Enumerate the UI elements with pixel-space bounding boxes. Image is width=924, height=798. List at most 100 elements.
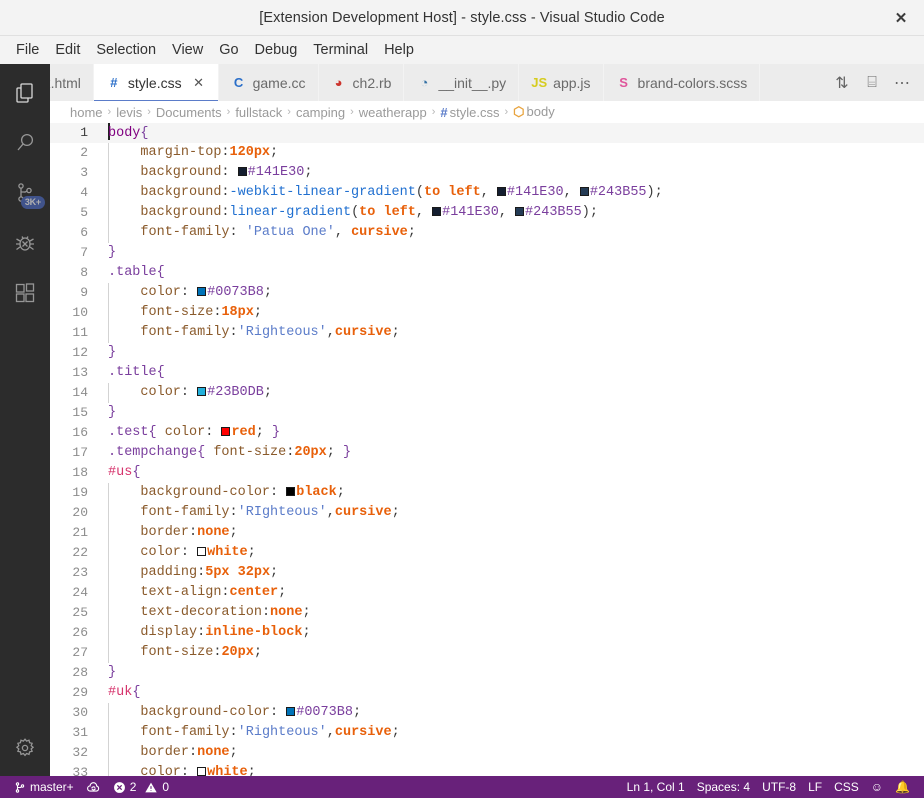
code-line[interactable]: 13 .title{: [50, 363, 924, 383]
code-line[interactable]: 24 text-align:center;: [50, 583, 924, 603]
color-swatch[interactable]: [197, 547, 207, 556]
activity-search[interactable]: [0, 118, 50, 168]
menu-help[interactable]: Help: [376, 36, 422, 64]
code-line[interactable]: 2 margin-top:120px;: [50, 143, 924, 163]
code-line[interactable]: 11 font-family:'Righteous',cursive;: [50, 323, 924, 343]
code-line[interactable]: 9 color: #0073B8;: [50, 283, 924, 303]
status-notifications[interactable]: 🔔: [889, 776, 916, 798]
code-line[interactable]: 10 font-size:18px;: [50, 303, 924, 323]
tab-app-js[interactable]: JS app.js: [519, 64, 604, 101]
split-editor-vertical-icon[interactable]: ⇅: [828, 65, 856, 100]
code-line-content: background:-webkit-linear-gradient(to le…: [102, 183, 663, 203]
color-swatch[interactable]: [197, 767, 207, 776]
token-punc: :: [189, 525, 198, 540]
color-swatch[interactable]: [515, 207, 525, 216]
menu-edit[interactable]: Edit: [47, 36, 88, 64]
code-line[interactable]: 27 font-size:20px;: [50, 643, 924, 663]
status-branch[interactable]: master+: [8, 776, 80, 798]
color-swatch[interactable]: [221, 427, 231, 436]
status-indentation[interactable]: Spaces: 4: [691, 776, 756, 798]
code-line[interactable]: 28}: [50, 663, 924, 683]
breadcrumb-item-style-css[interactable]: # style.css: [440, 105, 499, 120]
code-line[interactable]: 21 border:none;: [50, 523, 924, 543]
code-line[interactable]: 17 .tempchange{ font-size:20px; }: [50, 443, 924, 463]
tab-game-cc[interactable]: Cgame.cc: [218, 64, 319, 101]
code-line[interactable]: 20 font-family:'RIghteous',cursive;: [50, 503, 924, 523]
color-swatch[interactable]: [237, 167, 247, 176]
menu-selection[interactable]: Selection: [88, 36, 164, 64]
code-line[interactable]: 32 border:none;: [50, 743, 924, 763]
color-swatch[interactable]: [286, 707, 296, 716]
search-icon: [13, 131, 37, 155]
code-line[interactable]: 4 background:-webkit-linear-gradient(to …: [50, 183, 924, 203]
code-line[interactable]: 22 color: white;: [50, 543, 924, 563]
code-line[interactable]: 23 padding:5px 32px;: [50, 563, 924, 583]
menu-debug[interactable]: Debug: [247, 36, 306, 64]
tab-brand-colors-scss[interactable]: Sbrand-colors.scss: [603, 64, 761, 101]
split-editor-icon[interactable]: ⌸: [858, 65, 886, 100]
tab--init-py[interactable]: ◔ __init__.py: [404, 64, 520, 101]
status-sync[interactable]: [80, 776, 107, 798]
code-line[interactable]: 29 #uk{: [50, 683, 924, 703]
code-line[interactable]: 14 color: #23B0DB;: [50, 383, 924, 403]
activity-extensions[interactable]: [0, 268, 50, 318]
color-swatch[interactable]: [197, 287, 207, 296]
token-prop: background: [140, 165, 222, 180]
menu-file[interactable]: File: [8, 36, 47, 64]
breadcrumb-item-weatherapp[interactable]: weatherapp: [359, 105, 427, 120]
close-window-button[interactable]: ✕: [878, 0, 924, 36]
code-editor[interactable]: 1 body{2 margin-top:120px; 3 background: #…: [50, 123, 924, 776]
more-actions-icon[interactable]: ⋯: [888, 65, 916, 100]
token-kw: white: [207, 545, 248, 560]
code-line[interactable]: 25 text-decoration:none;: [50, 603, 924, 623]
code-line[interactable]: 5 background:linear-gradient(to left, #1…: [50, 203, 924, 223]
status-eol[interactable]: LF: [802, 776, 828, 798]
tab-close-icon[interactable]: ✕: [192, 75, 206, 91]
activity-source-control[interactable]: 3K+: [0, 168, 50, 218]
code-line[interactable]: 31 font-family:'Righteous',cursive;: [50, 723, 924, 743]
activity-manage[interactable]: [0, 726, 50, 776]
color-swatch[interactable]: [579, 187, 589, 196]
breadcrumb-item-camping[interactable]: camping: [296, 105, 345, 120]
code-line[interactable]: 1 body{: [50, 123, 924, 143]
activity-debug[interactable]: [0, 218, 50, 268]
breadcrumb-item-documents[interactable]: Documents: [156, 105, 222, 120]
code-line[interactable]: 16 .test{ color: red; }: [50, 423, 924, 443]
tab-ch2-rb[interactable]: ◕ ch2.rb: [318, 64, 405, 101]
token-num: 20px: [294, 445, 327, 460]
code-line[interactable]: 15}: [50, 403, 924, 423]
breadcrumb-item-levis[interactable]: levis: [116, 105, 142, 120]
token-prop: color: [164, 425, 206, 440]
breadcrumb-item-fullstack[interactable]: fullstack: [235, 105, 282, 120]
tab-style-css[interactable]: # style.css ✕: [93, 64, 219, 101]
menu-go[interactable]: Go: [211, 36, 246, 64]
code-line[interactable]: 7}: [50, 243, 924, 263]
code-line[interactable]: 26 display:inline-block;: [50, 623, 924, 643]
color-swatch[interactable]: [197, 387, 207, 396]
code-line[interactable]: 3 background: #141E30;: [50, 163, 924, 183]
tab-dex-html[interactable]: dex.html: [50, 64, 94, 101]
status-language-mode[interactable]: CSS: [828, 776, 865, 798]
color-swatch[interactable]: [432, 207, 442, 216]
status-problems[interactable]: 2 0: [107, 776, 175, 798]
breadcrumb-item-body[interactable]: ⬡ body: [513, 104, 555, 120]
activity-explorer[interactable]: [0, 68, 50, 118]
status-encoding[interactable]: UTF-8: [756, 776, 802, 798]
code-line[interactable]: 6 font-family: 'Patua One', cursive;: [50, 223, 924, 243]
status-feedback[interactable]: ☺: [865, 776, 889, 798]
status-cursor-position[interactable]: Ln 1, Col 1: [621, 776, 691, 798]
code-line[interactable]: 12}: [50, 343, 924, 363]
menu-view[interactable]: View: [164, 36, 211, 64]
code-line-content: color: white;: [102, 543, 256, 563]
breadcrumb-item-home[interactable]: home: [70, 105, 103, 120]
color-swatch[interactable]: [496, 187, 506, 196]
code-line[interactable]: 18 #us{: [50, 463, 924, 483]
token-punc: ,: [326, 725, 335, 740]
code-line[interactable]: 30 background-color: #0073B8;: [50, 703, 924, 723]
code-line[interactable]: 19 background-color: black;: [50, 483, 924, 503]
color-swatch[interactable]: [286, 487, 296, 496]
code-line[interactable]: 33 color: white;: [50, 763, 924, 776]
code-line[interactable]: 8 .table{: [50, 263, 924, 283]
menu-terminal[interactable]: Terminal: [305, 36, 376, 64]
